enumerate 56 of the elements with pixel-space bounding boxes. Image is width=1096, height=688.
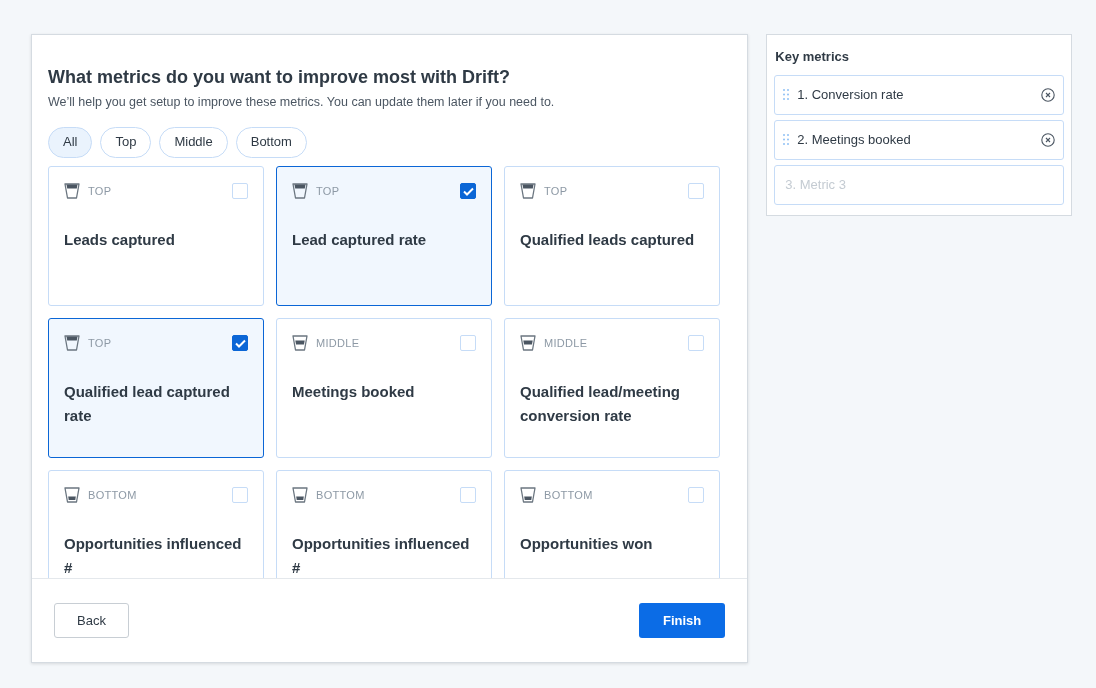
- metric-name: Qualified lead/meeting conversion rate: [520, 382, 682, 427]
- drag-handle-icon[interactable]: [783, 89, 790, 100]
- funnel-icon: [64, 334, 80, 353]
- key-metric-item[interactable]: 2. Meetings booked: [774, 119, 1064, 160]
- metric-card[interactable]: TOP Qualified lead captured rate: [48, 318, 264, 459]
- metric-card[interactable]: TOP Leads captured: [48, 166, 264, 307]
- stage-label: BOTTOM: [316, 488, 365, 503]
- funnel-icon: [520, 486, 536, 505]
- page-title: What metrics do you want to improve most with Drift?: [48, 67, 512, 89]
- metric-name: Leads captured: [64, 230, 176, 251]
- back-button[interactable]: Back: [54, 602, 129, 638]
- finish-button[interactable]: Finish: [639, 602, 726, 638]
- stage-label: TOP: [88, 184, 112, 199]
- metric-card[interactable]: BOTTOM Opportunities influenced #: [48, 470, 264, 578]
- checkbox[interactable]: [232, 335, 248, 352]
- panel-title: Key metrics: [774, 48, 850, 66]
- stage-label: TOP: [544, 184, 568, 199]
- checkbox[interactable]: [460, 183, 476, 200]
- metric-card[interactable]: TOP Lead captured rate: [276, 166, 492, 307]
- metric-label: 1. Conversion rate: [797, 85, 904, 104]
- stage-label: MIDDLE: [316, 336, 360, 351]
- filter-tab[interactable]: Bottom: [235, 127, 307, 159]
- filter-tab[interactable]: All: [48, 127, 93, 159]
- stage-label: TOP: [88, 336, 112, 351]
- drag-handle-icon[interactable]: [783, 134, 790, 145]
- funnel-icon: [64, 182, 80, 201]
- funnel-icon: [292, 486, 308, 505]
- filter-tab[interactable]: Top: [100, 127, 152, 159]
- metric-card[interactable]: MIDDLE Qualified lead/meeting conversion rate: [504, 318, 720, 459]
- metric-name: Meetings booked: [292, 382, 416, 403]
- funnel-icon: [64, 486, 80, 505]
- metric-name: Lead captured rate: [292, 230, 428, 251]
- stage-label: BOTTOM: [88, 488, 137, 503]
- filter-tab[interactable]: Middle: [159, 127, 228, 159]
- metric-card[interactable]: BOTTOM Opportunities influenced #: [276, 470, 492, 578]
- page-subtitle: We’ll help you get setup to improve these metrics. You can update them later if you need to.: [48, 93, 556, 111]
- metric-name: Qualified leads captured: [520, 230, 696, 251]
- funnel-icon: [520, 334, 536, 353]
- metric-card[interactable]: MIDDLE Meetings booked: [276, 318, 492, 459]
- metric-slot-field[interactable]: 3. Metric 3: [774, 164, 1064, 205]
- metric-card[interactable]: TOP Qualified leads captured: [504, 166, 720, 307]
- funnel-icon: [292, 182, 308, 201]
- metric-card[interactable]: BOTTOM Opportunities won: [504, 470, 720, 578]
- metric-name: Opportunities influenced #: [292, 534, 471, 578]
- funnel-icon: [292, 334, 308, 353]
- remove-icon[interactable]: [1041, 132, 1055, 147]
- funnel-icon: [520, 182, 536, 201]
- metric-label: 2. Meetings booked: [797, 130, 911, 149]
- metric-name: Opportunities won: [520, 534, 654, 555]
- metric-name: Qualified lead captured rate: [64, 382, 231, 427]
- metric-name: Opportunities influenced #: [64, 534, 243, 578]
- stage-label: BOTTOM: [544, 488, 593, 503]
- remove-icon[interactable]: [1041, 87, 1055, 102]
- stage-label: MIDDLE: [544, 336, 588, 351]
- stage-label: TOP: [316, 184, 340, 199]
- key-metric-item[interactable]: 1. Conversion rate: [774, 74, 1064, 115]
